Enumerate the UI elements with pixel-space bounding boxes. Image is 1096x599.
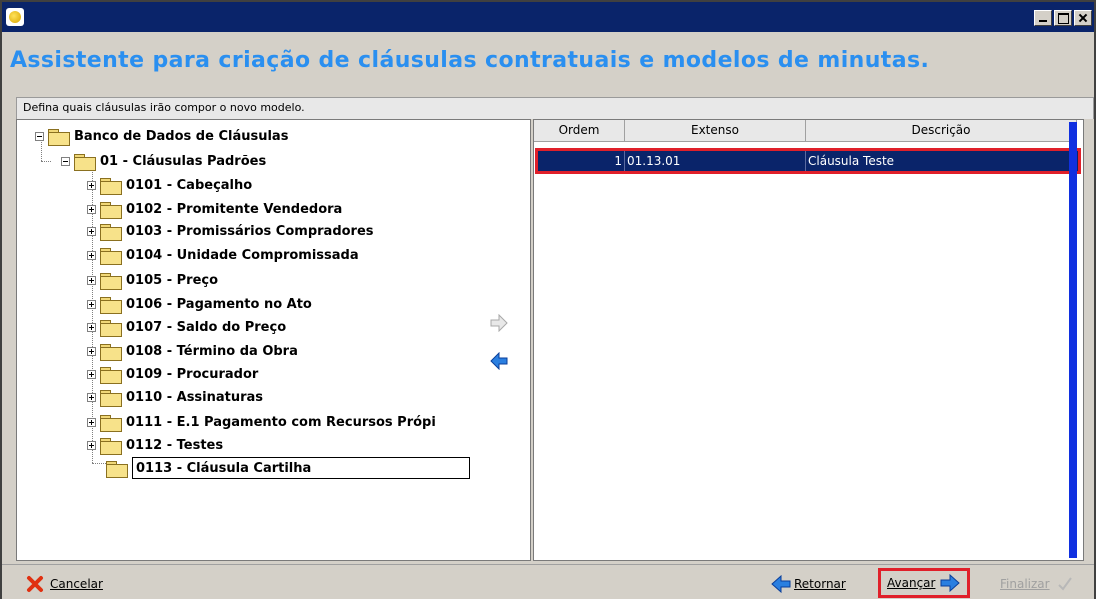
tree-node-selected[interactable]: 0113 - Cláusula Cartilha <box>106 457 470 479</box>
back-button[interactable]: Retornar <box>770 573 846 595</box>
tree-node-label: 0107 - Saldo do Preço <box>126 319 287 335</box>
grid-header: Ordem Extenso Descrição <box>534 120 1077 142</box>
tree-node[interactable]: 0103 - Promissários Compradores <box>87 220 374 242</box>
folder-icon <box>100 247 122 265</box>
clause-tree[interactable]: Banco de Dados de Cláusulas 01 - Cláusul… <box>16 119 531 561</box>
column-header-ordem[interactable]: Ordem <box>534 120 625 142</box>
tree-node-label: 0109 - Procurador <box>126 366 259 382</box>
title-bar <box>2 2 1094 32</box>
tree-node-label: 0112 - Testes <box>126 437 224 453</box>
expand-icon[interactable] <box>87 392 96 402</box>
tree-node-label: 0113 - Cláusula Cartilha <box>132 457 470 479</box>
instruction-text: Defina quais cláusulas irão compor o nov… <box>16 97 1094 119</box>
checkmark-icon <box>1057 577 1072 591</box>
expand-icon[interactable] <box>87 226 96 236</box>
cell-descricao: Cláusula Teste <box>808 154 895 168</box>
arrow-left-icon[interactable] <box>489 352 509 370</box>
arrow-right-icon[interactable] <box>489 314 509 332</box>
folder-icon <box>100 201 122 219</box>
expand-icon[interactable] <box>87 180 96 190</box>
tree-node[interactable]: 0104 - Unidade Compromissada <box>87 244 359 266</box>
tree-node-label: 0101 - Cabeçalho <box>126 177 253 193</box>
expand-icon[interactable] <box>87 369 96 379</box>
collapse-icon[interactable] <box>61 156 70 166</box>
tree-node[interactable]: 0111 - E.1 Pagamento com Recursos Própi <box>87 411 436 433</box>
expand-icon[interactable] <box>87 322 96 332</box>
tree-node[interactable]: 0112 - Testes <box>87 434 223 456</box>
finish-button[interactable]: Finalizar <box>1000 573 1074 595</box>
folder-icon <box>74 153 96 171</box>
cell-ordem: 1 <box>538 151 625 171</box>
cancel-label: Cancelar <box>50 577 103 591</box>
tree-node-label: 0104 - Unidade Compromissada <box>126 247 359 263</box>
tree-node-label: Banco de Dados de Cláusulas <box>74 128 289 144</box>
folder-icon <box>100 272 122 290</box>
next-label: Avançar <box>887 576 936 590</box>
column-header-descricao[interactable]: Descrição <box>806 120 1077 142</box>
tree-node-label: 0105 - Preço <box>126 272 219 288</box>
app-icon <box>6 8 24 26</box>
expand-icon[interactable] <box>87 204 96 214</box>
selected-clauses-grid[interactable]: Ordem Extenso Descrição 1 01.13.01 Cláus… <box>533 119 1084 561</box>
next-button[interactable]: Avançar <box>878 568 971 598</box>
folder-icon <box>100 223 122 241</box>
tree-node-label: 0110 - Assinaturas <box>126 389 264 405</box>
minimize-button[interactable] <box>1034 10 1052 26</box>
tree-node[interactable]: 0102 - Promitente Vendedora <box>87 198 342 220</box>
wizard-footer: Cancelar Retornar Avançar Finalizar <box>2 564 1094 599</box>
folder-icon <box>100 437 122 455</box>
arrow-left-icon <box>771 575 791 593</box>
close-icon <box>27 576 43 592</box>
folder-icon <box>106 460 128 478</box>
folder-icon <box>48 128 70 146</box>
folder-icon <box>100 414 122 432</box>
tree-root-node[interactable]: Banco de Dados de Cláusulas <box>35 125 288 147</box>
folder-icon <box>100 177 122 195</box>
tree-node[interactable]: 0109 - Procurador <box>87 363 258 385</box>
tree-node[interactable]: 0108 - Término da Obra <box>87 340 298 362</box>
table-row[interactable]: 1 01.13.01 Cláusula Teste <box>535 148 1081 174</box>
scrollbar[interactable] <box>1069 122 1077 558</box>
folder-icon <box>100 319 122 337</box>
tree-group-node[interactable]: 01 - Cláusulas Padrões <box>61 150 266 172</box>
cancel-button[interactable]: Cancelar <box>26 573 103 595</box>
wizard-header: Assistente para criação de cláusulas con… <box>2 32 1094 87</box>
wizard-title: Assistente para criação de cláusulas con… <box>10 48 930 73</box>
folder-icon <box>100 296 122 314</box>
finish-label: Finalizar <box>1000 577 1050 591</box>
expand-icon[interactable] <box>87 250 96 260</box>
arrow-right-icon <box>940 574 961 592</box>
column-header-extenso[interactable]: Extenso <box>625 120 806 142</box>
folder-icon <box>100 389 122 407</box>
tree-node-label: 0106 - Pagamento no Ato <box>126 296 312 312</box>
folder-icon <box>100 366 122 384</box>
tree-node[interactable]: 0107 - Saldo do Preço <box>87 316 286 338</box>
back-label: Retornar <box>794 577 846 591</box>
maximize-button[interactable] <box>1054 10 1072 26</box>
collapse-icon[interactable] <box>35 131 44 141</box>
tree-node-label: 0102 - Promitente Vendedora <box>126 201 343 217</box>
tree-node[interactable]: 0105 - Preço <box>87 269 218 291</box>
wizard-window: Assistente para criação de cláusulas con… <box>0 0 1096 599</box>
tree-node-label: 0108 - Término da Obra <box>126 343 298 359</box>
expand-icon[interactable] <box>87 299 96 309</box>
tree-node[interactable]: 0106 - Pagamento no Ato <box>87 293 312 315</box>
cell-extenso: 01.13.01 <box>625 151 806 171</box>
tree-node-label: 0111 - E.1 Pagamento com Recursos Própi <box>126 414 436 430</box>
tree-node-label: 01 - Cláusulas Padrões <box>100 153 267 169</box>
folder-icon <box>100 343 122 361</box>
window-controls <box>1034 10 1092 26</box>
close-button[interactable] <box>1074 10 1092 26</box>
expand-icon[interactable] <box>87 440 96 450</box>
tree-node-label: 0103 - Promissários Compradores <box>126 223 374 239</box>
expand-icon[interactable] <box>87 275 96 285</box>
expand-icon[interactable] <box>87 346 96 356</box>
tree-node[interactable]: 0110 - Assinaturas <box>87 386 263 408</box>
expand-icon[interactable] <box>87 417 96 427</box>
tree-node[interactable]: 0101 - Cabeçalho <box>87 174 252 196</box>
